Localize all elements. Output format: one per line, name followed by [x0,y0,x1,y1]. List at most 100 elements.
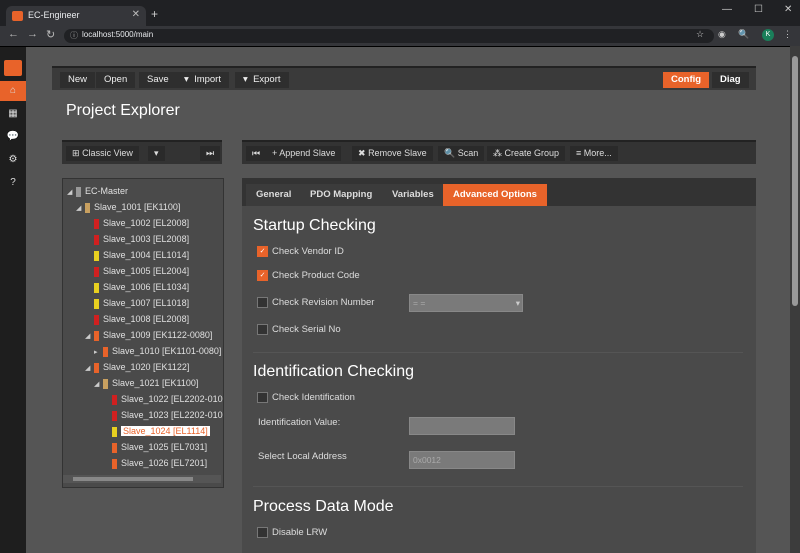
slave-device-icon [76,186,81,197]
tab-general[interactable]: General [246,184,302,206]
expand-arrow-icon[interactable]: ◢ [67,185,76,201]
select-local-address-label: Select Local Address [258,451,347,462]
tree-node[interactable]: Slave_1023 [EL2202-0100] [67,407,223,423]
create-group-button[interactable]: ⁂ Create Group [487,146,566,161]
config-button[interactable]: Config [663,72,710,88]
grid-icon[interactable]: ▦ [0,104,26,124]
checkbox-checked-icon[interactable]: ✓ [257,270,268,282]
tree-node[interactable]: ▸ Slave_1010 [EK1101-0080] [67,343,223,359]
classic-view-button[interactable]: ⊞ Classic View [66,146,139,161]
tab-advanced-options[interactable]: Advanced Options [443,184,547,206]
reload-icon[interactable]: ↻ [46,28,55,41]
checkbox-unchecked-icon[interactable] [257,324,268,336]
diag-button[interactable]: Diag [712,72,749,88]
expand-arrow-icon[interactable]: ◢ [85,329,94,345]
open-button[interactable]: Open [96,72,136,88]
forward-icon[interactable]: → [27,28,38,40]
tree-horizontal-scrollbar[interactable] [63,475,221,483]
new-button[interactable]: New [60,72,96,88]
page-vertical-scrollbar[interactable] [790,46,800,553]
chat-icon[interactable]: 💬 [0,127,26,147]
checkbox-checked-icon[interactable]: ✓ [257,246,268,258]
tree-node[interactable]: Slave_1008 [EL2008] [67,311,223,327]
close-tab-icon[interactable]: ✕ [132,9,140,20]
tree-node-label: Slave_1006 [EL1034] [103,282,190,292]
check-serial-no-row[interactable]: Check Serial No [257,324,341,336]
check-revision-number-row[interactable]: Check Revision Number [257,297,374,309]
browser-menu-icon[interactable]: ⋮ [783,29,792,40]
save-button[interactable]: Save [139,72,177,88]
slave-device-icon [103,378,108,389]
slave-device-icon [85,202,90,213]
site-info-icon[interactable]: ⓘ [70,30,78,41]
expand-arrow-icon[interactable]: ◢ [85,361,94,377]
local-address-input[interactable]: 0x0012 [409,451,515,469]
scroll-thumb[interactable] [73,477,193,481]
skip-end-icon[interactable]: ⏭ [200,146,221,161]
tree-node[interactable]: Slave_1025 [EL7031] [67,439,223,455]
scan-button[interactable]: 🔍 Scan [438,146,485,161]
slave-device-icon [112,442,117,453]
more-button[interactable]: ≡ More... [570,146,618,161]
check-vendor-id-row[interactable]: ✓ Check Vendor ID [257,246,344,258]
tree-node[interactable]: ◢ Slave_1009 [EK1122-0080] [67,327,223,343]
tree-node[interactable]: Slave_1005 [EL2004] [67,263,223,279]
bookmark-star-icon[interactable]: ☆ [696,29,704,40]
identification-value-label: Identification Value: [258,417,341,428]
tab-pdo-mapping[interactable]: PDO Mapping [300,184,383,206]
slave-device-icon [94,362,99,373]
view-dropdown-icon[interactable]: ▾ [148,146,165,161]
tree-node[interactable]: Slave_1006 [EL1034] [67,279,223,295]
check-identification-label: Check Identification [272,392,355,403]
scroll-thumb[interactable] [792,56,798,306]
process-data-mode-heading: Process Data Mode [253,498,394,515]
tree-node[interactable]: ◢ Slave_1020 [EK1122] [67,359,223,375]
remove-slave-button[interactable]: ✖ Remove Slave [352,146,433,161]
expand-arrow-icon[interactable]: ◢ [94,377,103,393]
tree-node-label: Slave_1008 [EL2008] [103,314,190,324]
group-icon: ⁂ [493,148,502,158]
tab-variables[interactable]: Variables [382,184,444,206]
tree-node[interactable]: Slave_1024 [EL1114] [67,423,223,439]
checkbox-unchecked-icon[interactable] [257,527,268,539]
profile-avatar[interactable]: K [762,29,774,41]
tree-node[interactable]: ◢ Slave_1001 [EK1100] [67,199,223,215]
export-button[interactable]: ▾ Export [235,72,289,88]
tree-node-label: Slave_1023 [EL2202-0100] [121,410,223,420]
menu-icon: ≡ [576,148,582,158]
check-identification-row[interactable]: Check Identification [257,392,355,404]
revision-compare-select[interactable]: = = ▾ [409,294,523,312]
expand-arrow-icon[interactable]: ◢ [76,201,85,217]
help-icon[interactable]: ? [0,173,26,193]
new-tab-button[interactable]: + [151,7,158,21]
extension-icon[interactable]: ◉ [718,29,726,40]
import-button[interactable]: ▾ Import [176,72,229,88]
create-group-label: Create Group [504,148,560,158]
tree-node[interactable]: Slave_1003 [EL2008] [67,231,223,247]
check-product-code-row[interactable]: ✓ Check Product Code [257,270,360,282]
search-extension-icon[interactable]: 🔍 [738,29,749,40]
tree-node[interactable]: ◢ Slave_1021 [EK1100] [67,375,223,391]
append-slave-button[interactable]: + Append Slave [266,146,342,161]
tree-node[interactable]: Slave_1004 [EL1014] [67,247,223,263]
home-icon[interactable]: ⌂ [0,81,26,101]
browser-tab[interactable]: EC-Engineer ✕ [6,6,146,26]
tree-node[interactable]: Slave_1007 [EL1018] [67,295,223,311]
minimize-icon[interactable]: — [722,4,732,15]
scan-label: Scan [457,148,479,158]
disable-lrw-row[interactable]: Disable LRW [257,527,327,539]
skip-start-icon[interactable]: ⏮ [246,146,267,161]
tree-node[interactable]: Slave_1022 [EL2202-0100] [67,391,223,407]
tree-node[interactable]: Slave_1026 [EL7201] [67,455,223,471]
tree-node[interactable]: Slave_1002 [EL2008] [67,215,223,231]
identification-value-input[interactable] [409,417,515,435]
import-label: Import [194,74,221,85]
back-icon[interactable]: ← [8,28,19,40]
gear-icon[interactable]: ⚙ [0,150,26,170]
checkbox-unchecked-icon[interactable] [257,297,268,309]
maximize-icon[interactable]: ☐ [754,4,763,15]
checkbox-unchecked-icon[interactable] [257,392,268,404]
tree-node[interactable]: ◢ EC-Master [67,183,223,199]
url-field[interactable]: ⓘ localhost:5000/main [64,29,714,43]
close-window-icon[interactable]: ✕ [784,4,792,15]
